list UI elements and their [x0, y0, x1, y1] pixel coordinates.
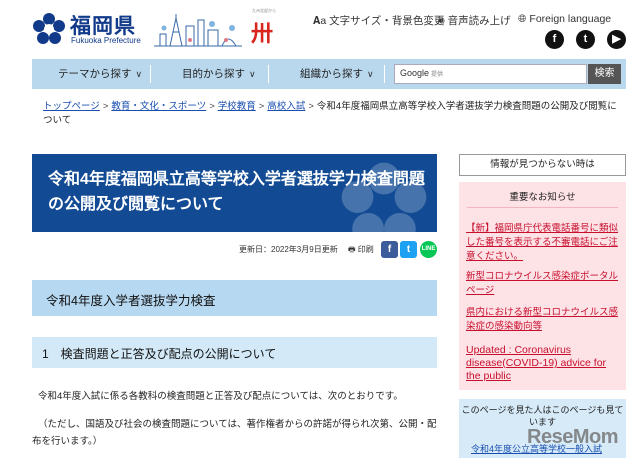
notice-link[interactable]: 【新】福岡県庁代表電話番号に類似した番号を表示する不審電話にご注意ください。 [466, 222, 621, 264]
read-aloud-link[interactable]: 🔊︎ 音声読み上げ [438, 13, 511, 28]
body-paragraph: 令和4年度入試に係る各教科の検査問題と正答及び配点については、次のとおりです。 [38, 391, 403, 402]
breadcrumb: トップページ > 教育・文化・スポーツ > 学校教育 > 高校入試 > 令和4年度福岡県立高等学… [43, 100, 623, 128]
font-size-icon: 𝐀a [313, 15, 327, 27]
nav-divider [268, 65, 269, 83]
notice-link[interactable]: 県内における新型コロナウイルス感染症の感染動向等 [466, 306, 621, 334]
font-size-label: 文字サイズ・背景色変更 [329, 15, 445, 27]
breadcrumb-link-entrance-exam[interactable]: 高校入試 [267, 101, 305, 112]
print-link[interactable]: 🖶︎ 印刷 [348, 245, 374, 254]
body-paragraph-note: （ただし、国語及び社会の検査問題については、著作権者からの許諾が得られ次第、公開… [32, 419, 437, 447]
nav-divider [384, 65, 385, 83]
read-aloud-label: 音声読み上げ [447, 15, 511, 27]
brand-caption: 九州北部から [252, 8, 276, 13]
breadcrumb-separator: > [209, 101, 215, 112]
city-skyline-illustration [152, 10, 244, 50]
update-meta: 更新日：2022年3月9日更新 🖶︎ 印刷 [239, 244, 374, 258]
brand-mark[interactable]: 九州北部から 卅 [246, 8, 282, 47]
brand-logo-text: 卅 [251, 21, 274, 47]
google-brand: Google 提供 [400, 68, 444, 78]
facebook-icon[interactable]: f [545, 30, 564, 49]
notice-link[interactable]: Updated : Coronavirus disease(COVID-19) … [466, 344, 621, 383]
breadcrumb-link-education[interactable]: 教育・文化・スポーツ [111, 101, 206, 112]
font-size-link[interactable]: 𝐀a 文字サイズ・背景色変更 [313, 13, 444, 28]
breadcrumb-link-top[interactable]: トップページ [43, 101, 100, 112]
subsection-heading: 1 検査問題と正答及び配点の公開について [32, 337, 437, 368]
global-nav: テーマから探す ∨ 目的から探す ∨ 組織から探す ∨ Google 提供 検索 [32, 59, 626, 89]
logo-subtitle: Fukuoka Prefecture [71, 36, 141, 45]
chevron-down-icon: ∨ [249, 69, 256, 79]
page-title: 令和4年度福岡県立高等学校入学者選抜学力検査問題の公開及び閲覧について [48, 171, 425, 213]
print-label: 印刷 [357, 245, 374, 254]
resemom-watermark: ReseMom [527, 426, 618, 448]
foreign-language-link[interactable]: 🌐︎ Foreign language [518, 13, 611, 26]
nav-item-theme[interactable]: テーマから探す ∨ [58, 59, 142, 89]
breadcrumb-link-school[interactable]: 学校教育 [218, 101, 256, 112]
chevron-down-icon: ∨ [367, 69, 374, 79]
globe-icon: 🌐︎ [518, 13, 527, 25]
share-twitter-icon[interactable]: t [400, 241, 417, 258]
updated-date: 更新日：2022年3月9日更新 [239, 245, 338, 254]
chevron-down-icon: ∨ [135, 69, 143, 79]
nav-item-label: テーマから探す [58, 68, 132, 80]
share-facebook-icon[interactable]: f [381, 241, 398, 258]
important-notices-panel: 重要なお知らせ 【新】福岡県庁代表電話番号に類似した番号を表示する不審電話にご注… [459, 182, 626, 390]
section-heading: 令和4年度入学者選抜学力検査 [32, 280, 437, 316]
foreign-language-label: Foreign language [529, 13, 612, 25]
youtube-icon[interactable]: ▶ [607, 30, 626, 49]
nav-item-organization[interactable]: 組織から探す ∨ [300, 59, 374, 89]
breadcrumb-separator: > [308, 101, 314, 112]
breadcrumb-separator: > [258, 101, 265, 112]
related-pages-title: このページを見た人はこのページも見ています [461, 405, 624, 427]
not-found-help-button[interactable]: 情報が見つからない時は [459, 154, 626, 176]
breadcrumb-separator: > [102, 101, 109, 112]
nav-item-label: 組織から探す [300, 68, 363, 80]
page-title-banner: 令和4年度福岡県立高等学校入学者選抜学力検査問題の公開及び閲覧について [32, 154, 437, 232]
section-heading-text: 令和4年度入学者選抜学力検査 [46, 294, 216, 308]
search-button[interactable]: 検索 [588, 64, 621, 84]
notice-title: 重要なお知らせ [509, 192, 576, 203]
speaker-icon: 🔊︎ [438, 15, 445, 27]
share-line-icon[interactable]: LINE [420, 241, 437, 258]
search-input[interactable]: Google 提供 [394, 64, 587, 84]
notice-link[interactable]: 新型コロナウイルス感染症ポータルページ [466, 270, 621, 298]
site-header: 福岡県 Fukuoka Prefecture 九州北部から 卅 𝐀a 文字サイズ・… [0, 0, 640, 58]
twitter-icon[interactable]: t [576, 30, 595, 49]
notice-divider [467, 207, 618, 208]
nav-item-label: 目的から探す [182, 68, 245, 80]
subsection-heading-text: 1 検査問題と正答及び配点の公開について [42, 347, 277, 361]
nav-item-purpose[interactable]: 目的から探す ∨ [182, 59, 256, 89]
printer-icon: 🖶︎ [347, 245, 356, 254]
prefecture-logo-icon[interactable] [32, 12, 66, 46]
nav-divider [150, 65, 151, 83]
